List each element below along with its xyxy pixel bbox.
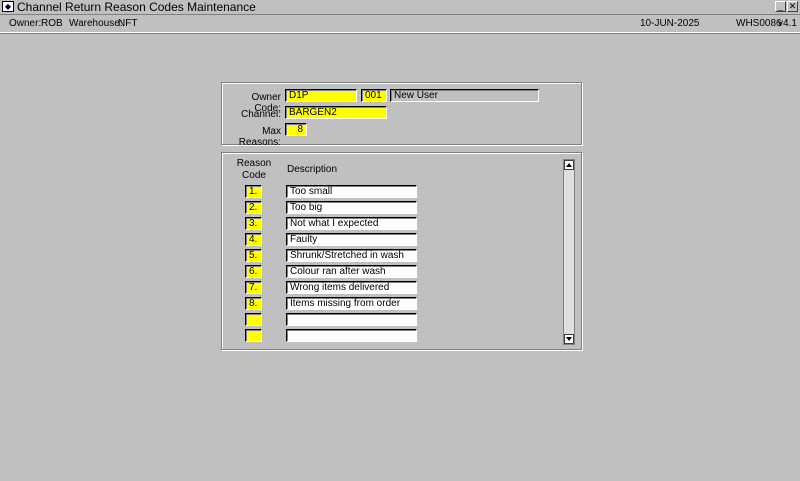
description-field[interactable]: Items missing from order (286, 297, 417, 310)
channel-field[interactable]: BARGEN2 (285, 106, 387, 119)
reason-code-field[interactable] (245, 329, 262, 342)
description-field[interactable] (286, 313, 417, 326)
reason-code-field[interactable]: 6. (245, 265, 262, 278)
description-field[interactable]: Colour ran after wash (286, 265, 417, 278)
reason-code-field[interactable]: 8. (245, 297, 262, 310)
version-label: v4.1 (778, 18, 797, 29)
warehouse-value: NFT (118, 18, 138, 29)
owner-value: ROB (41, 18, 63, 29)
warehouse-label: Warehouse: (69, 18, 123, 29)
description-field[interactable]: Too small (286, 185, 417, 198)
reason-code-field[interactable]: 3. (245, 217, 262, 230)
max-reasons-field[interactable]: 8 (285, 123, 307, 136)
max-reasons-label: Max Reasons: (238, 126, 281, 148)
owner-name-field: New User (390, 89, 539, 102)
owner-code-field[interactable]: D1P (285, 89, 357, 102)
reason-code-header-line1: Reason (236, 158, 272, 169)
reason-code-field[interactable]: 4. (245, 233, 262, 246)
window-title: Channel Return Reason Codes Maintenance (17, 0, 256, 14)
channel-label: Channel: (240, 109, 281, 120)
description-field[interactable]: Shrunk/Stretched in wash (286, 249, 417, 262)
date-display: 10-JUN-2025 (640, 18, 700, 29)
owner-label: Owner: (9, 18, 42, 29)
description-field[interactable]: Wrong items delivered (286, 281, 417, 294)
reason-code-header-line2: Code (242, 170, 266, 181)
description-field[interactable] (286, 329, 417, 342)
owner-number-field[interactable]: 001 (361, 89, 387, 102)
reason-code-field[interactable]: 5. (245, 249, 262, 262)
scroll-down-button[interactable] (564, 334, 574, 344)
reasons-scrollbar[interactable] (563, 159, 575, 345)
app-icon: ◆ (2, 1, 14, 12)
reason-code-field[interactable]: 2. (245, 201, 262, 214)
minimize-button[interactable]: _ (775, 1, 786, 12)
screen-id: WHS0086 (736, 18, 782, 29)
scroll-up-button[interactable] (564, 160, 574, 170)
close-button[interactable]: ✕ (787, 1, 798, 12)
reason-code-field[interactable] (245, 313, 262, 326)
title-bar: ◆ Channel Return Reason Codes Maintenanc… (0, 0, 800, 15)
reason-code-field[interactable]: 7. (245, 281, 262, 294)
triangle-down-icon (566, 337, 572, 341)
description-header: Description (287, 164, 338, 175)
triangle-up-icon (566, 163, 572, 167)
info-bar: Owner: ROB Warehouse: NFT 10-JUN-2025 WH… (0, 15, 800, 33)
description-field[interactable]: Too big (286, 201, 417, 214)
description-field[interactable]: Faulty (286, 233, 417, 246)
description-field[interactable]: Not what I expected (286, 217, 417, 230)
reason-code-field[interactable]: 1. (245, 185, 262, 198)
